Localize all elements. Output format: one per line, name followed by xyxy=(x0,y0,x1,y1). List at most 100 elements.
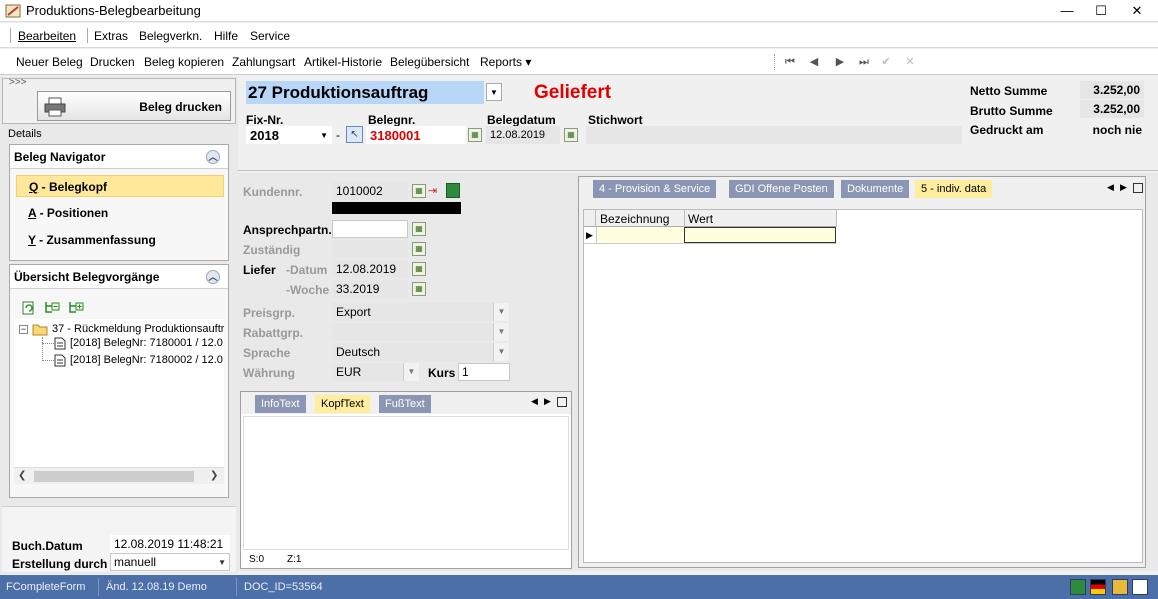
scroll-thumb[interactable] xyxy=(34,471,194,482)
print-document-button[interactable]: Beleg drucken xyxy=(37,91,231,121)
tab-scroll-left-icon[interactable]: ◀ xyxy=(531,396,538,407)
next-record-icon[interactable]: ▶ xyxy=(830,53,850,71)
status-separator xyxy=(98,578,99,596)
liefer-datum-value[interactable]: 12.08.2019 xyxy=(332,260,408,278)
belegnr-value[interactable]: 3180001 xyxy=(366,126,466,144)
tab-fusstext[interactable]: FußText xyxy=(379,395,431,413)
contact-lookup-icon[interactable]: ▦ xyxy=(412,222,426,236)
first-record-icon[interactable]: ⏮ xyxy=(780,53,800,71)
payment-type-button[interactable]: Zahlungsart xyxy=(232,55,295,69)
excel-icon[interactable] xyxy=(1070,579,1086,595)
kurs-value[interactable]: 1 xyxy=(458,363,510,381)
scroll-right-icon[interactable]: ❯ xyxy=(210,470,218,481)
nav-item-positionen[interactable]: A - Positionen xyxy=(16,202,224,224)
text-editor-area[interactable] xyxy=(243,416,569,550)
tree-root-label[interactable]: 37 - Rückmeldung Produktionsauftr xyxy=(52,323,224,335)
kundennr-value[interactable]: 1010002 xyxy=(332,182,408,200)
erstellung-select[interactable]: manuell ▼ xyxy=(110,553,230,571)
menu-hilfe[interactable]: Hilfe xyxy=(214,29,238,43)
collapse-tree-icon[interactable] xyxy=(44,301,60,315)
grid-col-wert[interactable]: Wert xyxy=(688,212,713,226)
grid-cell-bezeichnung[interactable] xyxy=(596,227,684,243)
document-type-dropdown[interactable]: ▼ xyxy=(486,83,502,101)
copy-document-button[interactable]: Beleg kopieren xyxy=(144,55,224,69)
print-button[interactable]: Drucken xyxy=(90,55,135,69)
zustaendig-field[interactable] xyxy=(332,240,408,258)
tab-dokumente[interactable]: Dokumente xyxy=(841,180,910,198)
scroll-left-icon[interactable]: ❮ xyxy=(18,470,26,481)
last-record-icon[interactable]: ⏭ xyxy=(854,53,874,71)
document-type-value: 27 Produktionsauftrag xyxy=(248,83,429,102)
preisgrp-select[interactable]: Export ▼ xyxy=(332,303,510,321)
stichwort-field[interactable] xyxy=(586,126,962,144)
sprache-select[interactable]: Deutsch ▼ xyxy=(332,343,510,361)
menu-service[interactable]: Service xyxy=(250,29,290,43)
grid-col-bezeichnung[interactable]: Bezeichnung xyxy=(600,212,669,226)
confirm-icon[interactable]: ✔ xyxy=(876,53,896,71)
nav-item-belegkopf[interactable]: Q - Belegkopf xyxy=(16,175,224,197)
tab-close-icon[interactable] xyxy=(557,397,567,407)
close-button[interactable]: ✕ xyxy=(1122,2,1152,20)
waehrung-select[interactable]: EUR ▼ xyxy=(332,363,420,381)
menu-extras[interactable]: Extras xyxy=(94,29,128,43)
tab-gdi-offene-posten[interactable]: GDI Offene Posten xyxy=(729,180,834,198)
customer-open-icon[interactable] xyxy=(446,183,460,198)
nav-item-zusammenfassung[interactable]: Y - Zusammenfassung xyxy=(16,229,224,251)
collapse-overview-icon[interactable]: ︿ xyxy=(206,270,220,284)
tab-provision-service[interactable]: 4 - Provision & Service xyxy=(593,180,717,198)
calendar-icon[interactable]: ▦ xyxy=(412,262,426,276)
tree-hscrollbar[interactable]: ❮ ❯ xyxy=(14,467,224,484)
menu-bearbeiten[interactable]: Bearbeiten xyxy=(18,29,76,43)
customer-lookup-icon[interactable]: ▦ xyxy=(412,184,426,198)
rabattgrp-select[interactable]: ▼ xyxy=(332,323,510,341)
tree-collapse-toggle[interactable]: − xyxy=(19,325,28,334)
tab-kopftext[interactable]: KopfText xyxy=(315,395,370,413)
menu-belegverkn[interactable]: Belegverkn. xyxy=(139,29,202,43)
week-picker-icon[interactable]: ▦ xyxy=(412,282,426,296)
responsible-lookup-icon[interactable]: ▦ xyxy=(412,242,426,256)
tree-child-2[interactable]: [2018] BelegNr: 7180002 / 12.0 xyxy=(70,354,223,366)
customer-link-icon[interactable]: ⇥ xyxy=(428,184,444,198)
kundennr-label: Kundennr. xyxy=(243,185,303,199)
minimize-button[interactable]: — xyxy=(1052,2,1082,20)
reports-dropdown[interactable]: Reports ▾ xyxy=(480,55,531,69)
brutto-label: Brutto Summe xyxy=(970,104,1053,118)
overview-title: Übersicht Belegvorgänge xyxy=(14,270,160,284)
document-overview-button[interactable]: Belegübersicht xyxy=(390,55,469,69)
tab-infotext[interactable]: InfoText xyxy=(255,395,306,413)
tab-scroll-right-icon[interactable]: ▶ xyxy=(544,396,551,407)
number-picker-icon[interactable]: ↖ xyxy=(346,126,363,143)
previous-record-icon[interactable]: ◀ xyxy=(804,53,824,71)
document-icon xyxy=(54,354,66,367)
expand-tree-icon[interactable] xyxy=(68,301,84,315)
new-document-button[interactable]: Neuer Beleg xyxy=(16,55,83,69)
belegdatum-value[interactable]: 12.08.2019 xyxy=(486,126,560,144)
grid-row[interactable]: ▶ xyxy=(584,227,837,244)
german-flag-icon[interactable] xyxy=(1090,579,1106,595)
article-history-button[interactable]: Artikel-Historie xyxy=(304,55,382,69)
brutto-value: 3.252,00 xyxy=(1080,100,1144,118)
tab-indiv-data[interactable]: 5 - indiv. data xyxy=(915,180,993,198)
lock-icon[interactable] xyxy=(1112,579,1128,595)
collapse-navigator-icon[interactable]: ︿ xyxy=(206,150,220,164)
fix-nr-select[interactable]: 2018 ▼ xyxy=(246,126,332,144)
maximize-button[interactable]: ☐ xyxy=(1086,2,1116,20)
grid-cell-wert[interactable] xyxy=(684,227,836,243)
gedruckt-label: Gedruckt am xyxy=(970,123,1044,137)
tree-child-1[interactable]: [2018] BelegNr: 7180001 / 12.0 xyxy=(70,337,223,349)
details-label: Details xyxy=(8,128,42,140)
ansprechpartner-field[interactable] xyxy=(332,220,408,238)
cancel-icon[interactable]: ✕ xyxy=(900,53,920,71)
fix-dash: - xyxy=(336,128,340,142)
belegnr-lookup-icon[interactable]: ▦ xyxy=(468,128,482,142)
liefer-woche-value[interactable]: 33.2019 xyxy=(332,280,408,298)
calendar-icon[interactable]: ▦ xyxy=(564,128,578,142)
pdf-icon[interactable] xyxy=(1132,579,1148,595)
refresh-icon[interactable] xyxy=(22,301,36,315)
right-tab-scroll-right-icon[interactable]: ▶ xyxy=(1120,182,1127,193)
document-type-select[interactable]: 27 Produktionsauftrag xyxy=(246,81,484,104)
expand-chevrons[interactable]: >>> xyxy=(9,77,27,88)
right-tab-scroll-left-icon[interactable]: ◀ xyxy=(1107,182,1114,193)
right-tab-close-icon[interactable] xyxy=(1133,183,1143,193)
title-bar: Produktions-Belegbearbeitung — ☐ ✕ xyxy=(0,0,1158,22)
